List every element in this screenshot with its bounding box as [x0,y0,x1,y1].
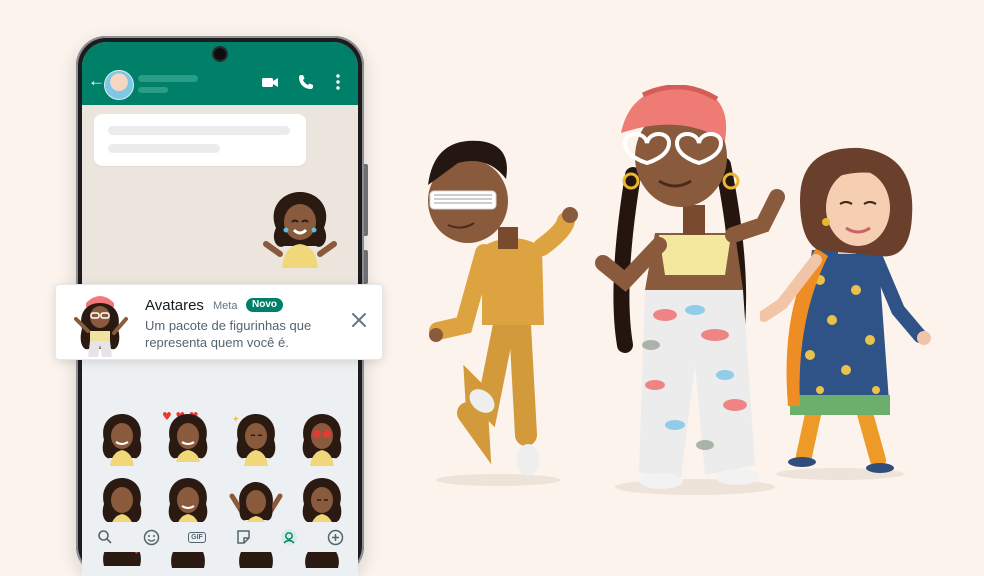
avatar-sticker-heart-eyes[interactable] [294,412,350,466]
arrow-left-icon[interactable]: ← [88,72,105,90]
avatar-illustration-boy [428,140,578,486]
avatar-pack-thumbnail [74,296,128,357]
gif-icon[interactable]: GIF [187,527,207,547]
message-text-placeholder [108,144,220,153]
emoji-icon[interactable] [141,527,161,547]
pack-title: Avatares [145,297,204,314]
avatar-sticker-hearts[interactable]: ♥ ♥ ♥ [160,408,216,462]
contact-name-placeholder[interactable] [138,75,198,82]
add-icon[interactable] [325,527,345,547]
close-icon[interactable] [350,311,368,329]
message-text-placeholder [108,126,290,135]
new-badge: Novo [246,298,283,312]
power-button [364,250,368,284]
video-camera-icon[interactable] [260,72,280,92]
sticker-icon[interactable] [233,527,253,547]
volume-button [364,164,368,236]
received-message[interactable] [94,114,306,166]
sticker-keyboard-toolbar: GIF [82,522,358,552]
front-camera [214,48,226,60]
more-vertical-icon[interactable] [328,72,348,92]
avatar-sticker[interactable] [94,412,150,466]
contact-status-placeholder [138,87,168,93]
pack-publisher: Meta [213,300,238,312]
sent-avatar-sticker[interactable] [258,188,342,278]
search-icon[interactable] [95,527,115,547]
avatar-sticker-pack-card[interactable]: Avatares Meta Novo Um pacote de figurinh… [55,284,383,360]
gif-label: GIF [188,531,206,543]
avatar-sticker-icon[interactable] [279,527,299,547]
avatar-illustration-girl-kurta [760,147,931,480]
contact-avatar[interactable] [104,70,134,100]
avatar-sticker-sparkles[interactable]: ✦ ✦ [228,412,284,466]
phone-icon[interactable] [296,72,316,92]
pack-description: Um pacote de figurinhas que representa q… [145,318,312,350]
